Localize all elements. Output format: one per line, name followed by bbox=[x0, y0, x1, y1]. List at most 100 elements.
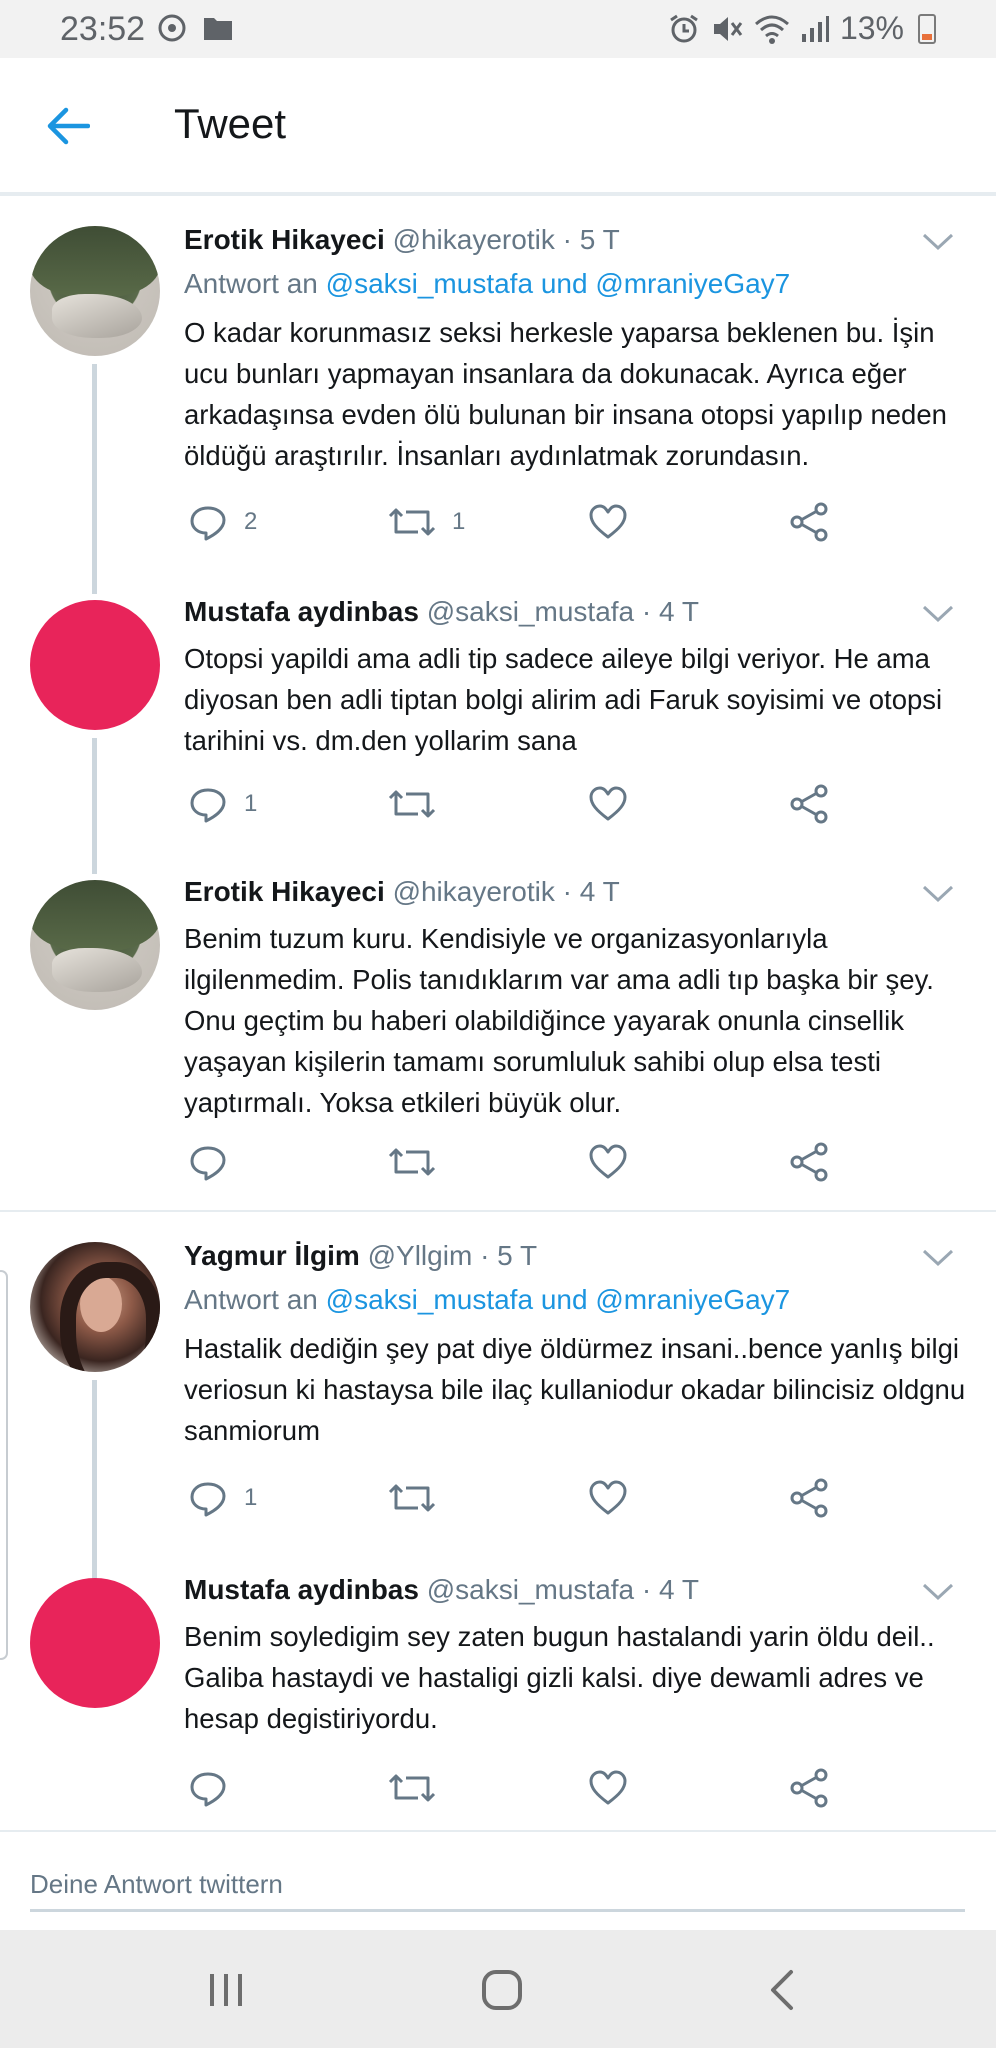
chevron-down-icon[interactable] bbox=[922, 1248, 954, 1268]
reply-button[interactable]: 1 bbox=[188, 1476, 257, 1520]
retweet-icon bbox=[388, 1484, 436, 1512]
retweet-icon bbox=[388, 790, 436, 818]
heart-icon bbox=[589, 504, 627, 539]
tweet-header: Yagmur İlgim @Yllgim · 5 T bbox=[184, 1240, 538, 1271]
author-handle[interactable]: @saksi_mustafa bbox=[427, 596, 634, 627]
reply-icon bbox=[190, 506, 226, 541]
avatar[interactable] bbox=[30, 1242, 160, 1372]
reply-button[interactable] bbox=[188, 1140, 244, 1184]
like-button[interactable] bbox=[588, 1476, 628, 1520]
chevron-down-icon[interactable] bbox=[922, 884, 954, 904]
tweet-text: Otopsi yapildi ama adli tip sadece ailey… bbox=[184, 643, 943, 756]
tweet-actions: 1 bbox=[184, 1476, 844, 1520]
like-button[interactable] bbox=[588, 782, 628, 826]
author-name[interactable]: Yagmur İlgim bbox=[184, 1240, 360, 1271]
retweet-button[interactable]: 1 bbox=[388, 500, 465, 544]
share-button[interactable] bbox=[788, 1766, 830, 1810]
reply-button[interactable]: 1 bbox=[188, 782, 257, 826]
share-icon bbox=[790, 1768, 828, 1808]
reply-icon bbox=[190, 1146, 226, 1181]
retweet-button[interactable] bbox=[388, 782, 452, 826]
share-icon bbox=[790, 502, 828, 542]
signal-icon bbox=[801, 15, 829, 42]
reply-button[interactable]: 2 bbox=[188, 500, 257, 544]
thread-line bbox=[92, 364, 97, 594]
retweet-icon bbox=[388, 1148, 436, 1176]
tweet-thread[interactable]: Erotik Hikayeci @hikayerotik · 5 T Antwo… bbox=[0, 200, 996, 1830]
status-bar: 23:52 13% bbox=[0, 0, 996, 58]
share-button[interactable] bbox=[788, 500, 830, 544]
recents-icon bbox=[210, 1974, 242, 2006]
reply-button[interactable] bbox=[188, 1766, 244, 1810]
author-handle[interactable]: @hikayerotik bbox=[393, 876, 555, 907]
reply-prefix: Antwort an bbox=[184, 1284, 318, 1315]
avatar[interactable] bbox=[30, 880, 160, 1010]
conversation-divider bbox=[0, 1210, 996, 1212]
author-handle[interactable]: @saksi_mustafa bbox=[427, 1574, 634, 1605]
like-button[interactable] bbox=[588, 500, 628, 544]
author-handle[interactable]: @hikayerotik bbox=[393, 224, 555, 255]
retweet-count: 1 bbox=[452, 508, 466, 535]
author-handle[interactable]: @Yllgim bbox=[368, 1240, 473, 1271]
chevron-down-icon[interactable] bbox=[922, 232, 954, 252]
home-button[interactable] bbox=[472, 1960, 532, 2020]
tweet-actions: 2 1 bbox=[184, 500, 844, 544]
reply-context: Antwort an @saksi_mustafa und @mraniyeGa… bbox=[184, 1284, 790, 1316]
nav-back-button[interactable] bbox=[752, 1960, 812, 2020]
retweet-button[interactable] bbox=[388, 1766, 452, 1810]
sync-icon bbox=[158, 14, 186, 42]
heart-icon bbox=[589, 1144, 627, 1179]
tweet-time: 4 T bbox=[579, 876, 620, 907]
share-button[interactable] bbox=[788, 782, 830, 826]
reply-count: 1 bbox=[244, 1484, 258, 1511]
author-name[interactable]: Mustafa aydinbas bbox=[184, 1574, 419, 1605]
reply-icon bbox=[190, 788, 226, 823]
reply-joiner: und bbox=[540, 1284, 588, 1315]
tweet-actions bbox=[184, 1140, 844, 1184]
share-button[interactable] bbox=[788, 1140, 830, 1184]
tweet-time: 5 T bbox=[579, 224, 620, 255]
recents-button[interactable] bbox=[196, 1960, 256, 2020]
like-button[interactable] bbox=[588, 1766, 628, 1810]
avatar[interactable] bbox=[30, 226, 160, 356]
tweet-text: O kadar korunmasız seksi herkesle yapars… bbox=[184, 317, 947, 471]
tweet-time: 4 T bbox=[659, 596, 699, 627]
tweet-time: 5 T bbox=[497, 1240, 538, 1271]
heart-icon bbox=[589, 1480, 627, 1515]
mention-link[interactable]: @mraniyeGay7 bbox=[595, 1284, 790, 1315]
battery-icon bbox=[918, 13, 936, 44]
reply-prefix: Antwort an bbox=[184, 268, 318, 299]
share-icon bbox=[790, 784, 828, 824]
avatar[interactable] bbox=[30, 600, 160, 730]
share-button[interactable] bbox=[788, 1476, 830, 1520]
app-bar: Tweet bbox=[0, 58, 996, 192]
mention-link[interactable]: @saksi_mustafa bbox=[326, 268, 533, 299]
back-icon bbox=[771, 1970, 793, 2010]
retweet-button[interactable] bbox=[388, 1140, 452, 1184]
reply-input[interactable] bbox=[30, 1860, 965, 1912]
wifi-icon bbox=[754, 15, 789, 44]
mention-link[interactable]: @saksi_mustafa bbox=[326, 1284, 533, 1315]
share-icon bbox=[790, 1142, 828, 1182]
alarm-icon bbox=[670, 14, 698, 42]
author-name[interactable]: Mustafa aydinbas bbox=[184, 596, 419, 627]
author-name[interactable]: Erotik Hikayeci bbox=[184, 224, 385, 255]
chevron-down-icon[interactable] bbox=[922, 604, 954, 624]
retweet-button[interactable] bbox=[388, 1476, 452, 1520]
reply-icon bbox=[190, 1482, 226, 1517]
header-divider bbox=[0, 192, 996, 196]
mention-link[interactable]: @mraniyeGay7 bbox=[595, 268, 790, 299]
avatar[interactable] bbox=[30, 1578, 160, 1708]
tweet-text: Hastalik dediğin şey pat diye öldürmez i… bbox=[184, 1333, 966, 1446]
mute-icon bbox=[713, 16, 743, 41]
like-button[interactable] bbox=[588, 1140, 628, 1184]
retweet-icon bbox=[388, 508, 436, 536]
page-title: Tweet bbox=[174, 100, 287, 147]
tweet-actions: 1 bbox=[184, 782, 844, 826]
heart-icon bbox=[589, 786, 627, 821]
author-name[interactable]: Erotik Hikayeci bbox=[184, 876, 385, 907]
chevron-down-icon[interactable] bbox=[922, 1582, 954, 1602]
back-button[interactable] bbox=[40, 98, 96, 154]
folder-icon bbox=[204, 18, 232, 40]
tweet-header: Mustafa aydinbas @saksi_mustafa · 4 T bbox=[184, 596, 699, 627]
